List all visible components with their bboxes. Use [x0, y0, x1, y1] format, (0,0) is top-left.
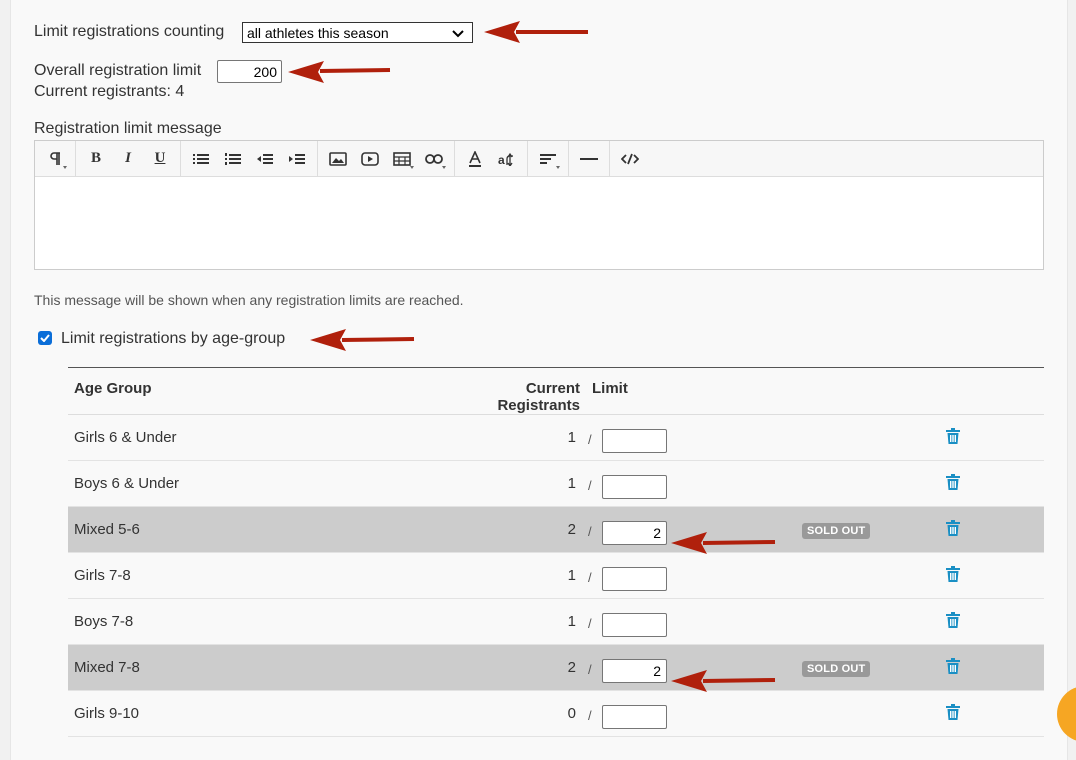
- toolbar-group-style: a: [455, 140, 528, 177]
- limit-separator: /: [588, 523, 592, 539]
- message-editor-body[interactable]: [35, 177, 1043, 269]
- table-header-row: Age Group Current Registrants Limit: [68, 367, 1044, 415]
- table-row: Girls 7-8 1 /: [68, 552, 1044, 599]
- message-label: Registration limit message: [34, 120, 222, 137]
- insert-video-icon[interactable]: [354, 144, 386, 174]
- current-registrants-count: 1: [228, 552, 582, 599]
- age-group-name: Girls 9-10: [68, 690, 228, 737]
- limit-separator: /: [588, 477, 592, 493]
- limit-separator: /: [588, 707, 592, 723]
- header-actions: [940, 367, 1044, 415]
- age-group-name: Mixed 7-8: [68, 644, 228, 691]
- age-group-name: Mixed 5-6: [68, 506, 228, 553]
- trash-icon[interactable]: [946, 427, 960, 444]
- age-group-limit-input[interactable]: [602, 520, 667, 545]
- current-registrants-count: 2: [228, 506, 582, 553]
- insert-table-icon[interactable]: [386, 144, 418, 174]
- align-icon[interactable]: [532, 144, 564, 174]
- toolbar-group-hr: [569, 140, 610, 177]
- code-view-icon[interactable]: [614, 144, 646, 174]
- counting-label: Limit registrations counting: [34, 23, 225, 40]
- age-group-name: Girls 7-8: [68, 552, 228, 599]
- header-current-registrants: Current Registrants: [228, 367, 582, 415]
- editor-toolbar: B I U a: [35, 140, 1043, 177]
- current-registrants-text: Current registrants: 4: [34, 83, 185, 100]
- paragraph-format-icon[interactable]: [39, 144, 71, 174]
- italic-icon[interactable]: I: [112, 144, 144, 174]
- overall-limit-input[interactable]: [217, 60, 282, 83]
- toolbar-group-code: [610, 141, 650, 177]
- insert-image-icon[interactable]: [322, 144, 354, 174]
- insert-link-icon[interactable]: [418, 144, 450, 174]
- trash-icon[interactable]: [946, 519, 960, 536]
- sold-out-badge: SOLD OUT: [802, 522, 871, 539]
- counting-select[interactable]: all athletes this season: [242, 22, 473, 43]
- age-group-limit-input[interactable]: [602, 428, 667, 453]
- current-registrants-count: 2: [228, 644, 582, 691]
- toolbar-group-insert: [318, 140, 455, 177]
- limit-separator: /: [588, 569, 592, 585]
- toolbar-group-text: B I U: [76, 140, 181, 177]
- age-group-name: Boys 7-8: [68, 598, 228, 645]
- table-row: Boys 7-8 1 /: [68, 598, 1044, 645]
- svg-text:a: a: [498, 153, 505, 166]
- trash-icon[interactable]: [946, 611, 960, 628]
- current-registrants-count: 0: [228, 690, 582, 737]
- age-group-limit-input[interactable]: [602, 474, 667, 499]
- toolbar-group-lists: [181, 140, 318, 177]
- agegroup-table: Age Group Current Registrants Limit Girl…: [68, 367, 1044, 737]
- limit-separator: /: [588, 615, 592, 631]
- age-group-name: Girls 6 & Under: [68, 414, 228, 461]
- current-registrants-count: 1: [228, 414, 582, 461]
- table-row: Girls 6 & Under 1 /: [68, 414, 1044, 461]
- toolbar-group-align: [528, 140, 569, 177]
- underline-icon[interactable]: U: [144, 144, 176, 174]
- agegroup-table-body: Girls 6 & Under 1/Boys 6 & Under 1/Mixed 5…: [68, 414, 1044, 737]
- unordered-list-icon[interactable]: [185, 144, 217, 174]
- table-row: Girls 9-10 0 /: [68, 690, 1044, 737]
- trash-icon[interactable]: [946, 473, 960, 490]
- limit-separator: /: [588, 431, 592, 447]
- sold-out-badge: SOLD OUT: [802, 660, 871, 677]
- message-editor: B I U a: [34, 140, 1044, 270]
- header-current-line1: Current: [525, 380, 580, 397]
- toolbar-group-format: [35, 140, 76, 177]
- overall-limit-label: Overall registration limit: [34, 62, 202, 79]
- age-group-limit-input[interactable]: [602, 566, 667, 591]
- current-registrants-count: 1: [228, 460, 582, 507]
- ordered-list-icon[interactable]: [217, 144, 249, 174]
- age-group-limit-input[interactable]: [602, 704, 667, 729]
- message-help-text: This message will be shown when any regi…: [34, 292, 464, 308]
- table-row: Mixed 5-62 / SOLD OUT: [68, 506, 1044, 553]
- age-group-limit-input[interactable]: [602, 658, 667, 683]
- text-color-icon[interactable]: [459, 144, 491, 174]
- agegroup-checkbox-label: Limit registrations by age-group: [61, 330, 286, 347]
- outdent-icon[interactable]: [249, 144, 281, 174]
- age-group-limit-input[interactable]: [602, 612, 667, 637]
- agegroup-checkbox[interactable]: [38, 331, 52, 345]
- limit-separator: /: [588, 661, 592, 677]
- table-row: Mixed 7-82 / SOLD OUT: [68, 644, 1044, 691]
- header-age-group: Age Group: [68, 367, 228, 415]
- current-registrants-count: 1: [228, 598, 582, 645]
- trash-icon[interactable]: [946, 565, 960, 582]
- font-size-icon[interactable]: a: [491, 144, 523, 174]
- header-current-line2: Registrants: [497, 397, 580, 414]
- horizontal-line-icon[interactable]: [573, 144, 605, 174]
- bold-icon[interactable]: B: [80, 144, 112, 174]
- header-status: [796, 367, 940, 415]
- trash-icon[interactable]: [946, 657, 960, 674]
- table-row: Boys 6 & Under 1 /: [68, 460, 1044, 507]
- age-group-name: Boys 6 & Under: [68, 460, 228, 507]
- trash-icon[interactable]: [946, 703, 960, 720]
- header-limit: Limit: [582, 367, 796, 415]
- checkmark-icon: [40, 334, 50, 342]
- indent-icon[interactable]: [281, 144, 313, 174]
